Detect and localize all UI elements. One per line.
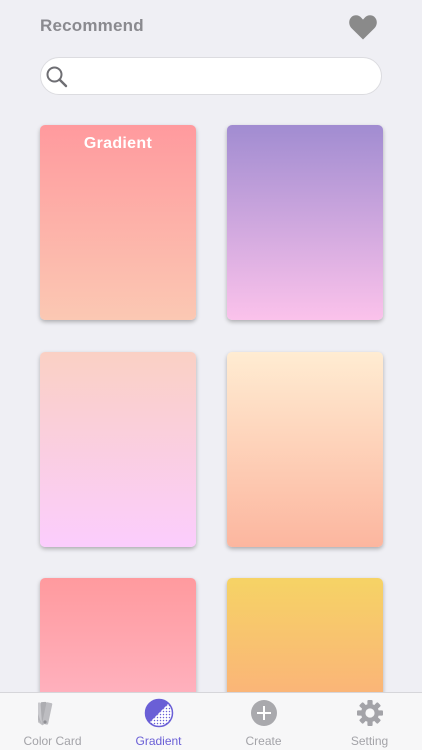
tab-bar: Color Card Gradient Create Setting: [0, 692, 422, 750]
gradient-card[interactable]: Gradient: [40, 125, 196, 320]
search-icon: [46, 66, 68, 88]
gradient-card[interactable]: [40, 578, 196, 692]
gradient-card[interactable]: [227, 125, 383, 320]
plus-circle-icon: [251, 700, 277, 726]
gradient-grid: Gradient: [0, 0, 422, 692]
header: Recommend: [0, 0, 422, 52]
heart-icon: [349, 14, 377, 39]
search-input[interactable]: [75, 58, 375, 96]
gradient-card[interactable]: [40, 352, 196, 547]
search-bar: [40, 57, 382, 96]
tab-label: Setting: [350, 734, 389, 748]
tab-label: Color Card: [23, 734, 82, 748]
color-swatch-fan-icon: [38, 701, 53, 726]
tab-color-card[interactable]: Color Card: [0, 693, 105, 750]
page-title: Recommend: [40, 16, 144, 35]
gradient-card[interactable]: [227, 578, 383, 692]
tab-setting[interactable]: Setting: [317, 693, 422, 750]
tab-create[interactable]: Create: [211, 693, 316, 750]
gradient-card-title: Gradient: [83, 135, 153, 152]
gradient-card[interactable]: [227, 352, 383, 547]
favorites-button[interactable]: [347, 12, 379, 42]
gradient-circle-icon: [144, 698, 174, 728]
tab-gradient[interactable]: Gradient: [106, 693, 211, 750]
gear-icon: [357, 700, 383, 726]
tab-label: Gradient: [135, 734, 182, 748]
tab-label: Create: [245, 734, 282, 748]
app-screen: Recommend Gradient Color Card Gradient C…: [0, 0, 422, 750]
